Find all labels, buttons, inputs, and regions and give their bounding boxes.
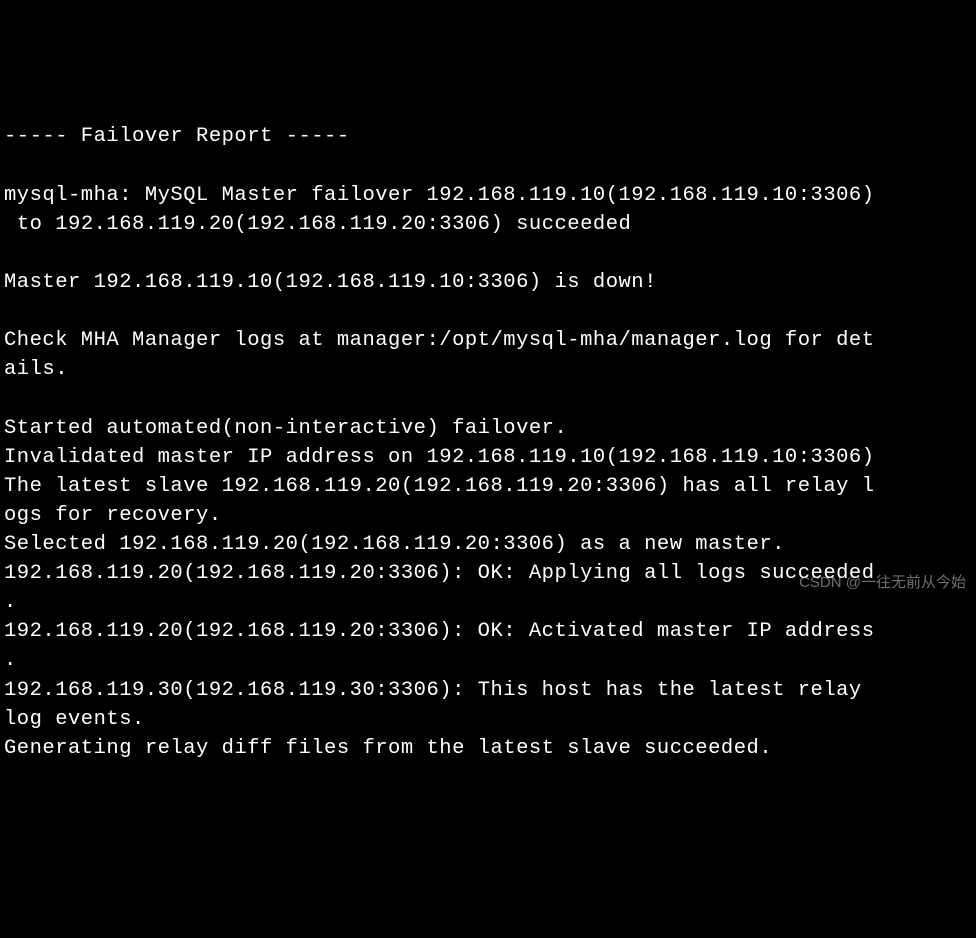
watermark-text: CSDN @一往无前从今始 bbox=[799, 572, 966, 593]
terminal-output: ----- Failover Report ----- mysql-mha: M… bbox=[4, 122, 972, 762]
